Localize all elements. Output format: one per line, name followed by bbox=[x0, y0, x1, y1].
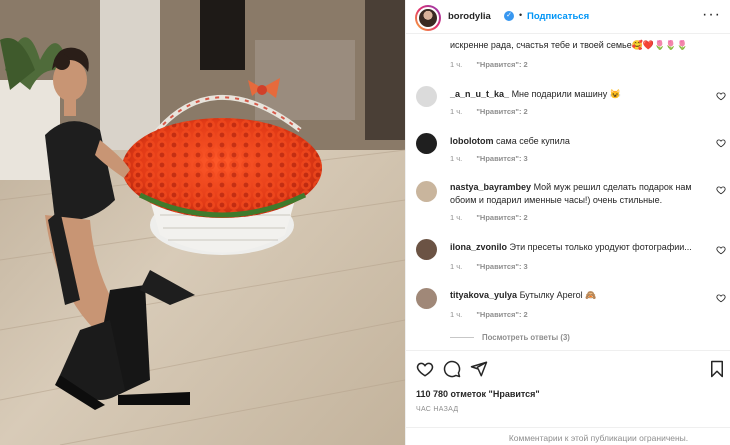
comment-text: lobolotom сама себе купила bbox=[450, 135, 712, 148]
comment-meta: 1 ч. "Нравится": 3 bbox=[450, 262, 540, 271]
view-replies-label: Посмотреть ответы (3) bbox=[482, 333, 570, 342]
comments-limited-notice: Комментарии к этой публикации ограничены… bbox=[406, 427, 730, 445]
commenter-avatar[interactable] bbox=[416, 239, 437, 260]
comment-like-count[interactable]: "Нравится": 3 bbox=[476, 154, 527, 163]
commenter-avatar[interactable] bbox=[416, 181, 437, 202]
comment-meta: 1 ч. "Нравится": 3 bbox=[450, 154, 540, 163]
more-options-icon[interactable]: ··· bbox=[702, 6, 721, 24]
post-actions: 110 780 отметок "Нравится" ЧАС НАЗАД Ком… bbox=[406, 350, 730, 445]
comment-body: сама себе купила bbox=[496, 136, 570, 146]
comment-text: искренне рада, счастья тебе и твоей семь… bbox=[450, 39, 712, 52]
comment-body: Бутылку Aperol 🙈 bbox=[519, 290, 597, 300]
comment-meta: 1 ч. "Нравится": 2 bbox=[450, 310, 540, 319]
comment-like-count[interactable]: "Нравится": 2 bbox=[476, 60, 527, 69]
comment-bubble-icon[interactable] bbox=[443, 360, 461, 378]
save-bookmark-icon[interactable] bbox=[708, 360, 726, 378]
comment-like-count[interactable]: "Нравится": 2 bbox=[476, 107, 527, 116]
like-comment-heart-icon[interactable] bbox=[716, 138, 726, 148]
commenter-avatar[interactable] bbox=[416, 133, 437, 154]
author-username[interactable]: borodylia bbox=[448, 11, 491, 22]
comment-text: ilona_zvonilo Эти пресеты только уродуют… bbox=[450, 241, 712, 254]
comment-text: nastya_bayrambey Мой муж решил сделать п… bbox=[450, 181, 712, 206]
likes-count[interactable]: 110 780 отметок "Нравится" bbox=[416, 389, 540, 399]
comment-text: tityakova_yulya Бутылку Aperol 🙈 bbox=[450, 289, 712, 302]
comment-body: искренне рада, счастья тебе и твоей семь… bbox=[450, 40, 688, 50]
comment-text: _a_n_u_t_ka_ Мне подарили машину 😺 bbox=[450, 88, 712, 101]
commenter-username[interactable]: _a_n_u_t_ka_ bbox=[450, 89, 509, 99]
follow-button[interactable]: Подписаться bbox=[527, 11, 589, 22]
comment-meta: 1 ч. "Нравится": 2 bbox=[450, 60, 540, 69]
commenter-username[interactable]: nastya_bayrambey bbox=[450, 182, 531, 192]
like-comment-heart-icon[interactable] bbox=[716, 185, 726, 195]
comment-body: Мне подарили машину 😺 bbox=[511, 89, 621, 99]
post-side-panel: borodylia ✓ • Подписаться ··· искренне р… bbox=[405, 0, 730, 445]
commenter-username[interactable]: tityakova_yulya bbox=[450, 290, 517, 300]
comment-like-count[interactable]: "Нравится": 2 bbox=[476, 310, 527, 319]
commenter-username[interactable]: ilona_zvonilo bbox=[450, 242, 507, 252]
replies-divider-line bbox=[450, 337, 474, 339]
author-avatar[interactable] bbox=[415, 5, 441, 31]
comment-body: Эти пресеты только уродуют фотографии... bbox=[509, 242, 692, 252]
commenter-username[interactable]: lobolotom bbox=[450, 136, 494, 146]
comment-time[interactable]: 1 ч. bbox=[450, 107, 462, 116]
comment-meta: 1 ч. "Нравится": 2 bbox=[450, 213, 540, 222]
post-time[interactable]: ЧАС НАЗАД bbox=[416, 406, 458, 413]
like-comment-heart-icon[interactable] bbox=[716, 293, 726, 303]
comment-time[interactable]: 1 ч. bbox=[450, 262, 462, 271]
comment-time[interactable]: 1 ч. bbox=[450, 213, 462, 222]
like-heart-icon[interactable] bbox=[416, 360, 434, 378]
comment-time[interactable]: 1 ч. bbox=[450, 60, 462, 69]
instagram-post-view: borodylia ✓ • Подписаться ··· искренне р… bbox=[0, 0, 730, 445]
comments-list[interactable]: искренне рада, счастья тебе и твоей семь… bbox=[406, 35, 730, 349]
commenter-avatar[interactable] bbox=[416, 86, 437, 107]
like-comment-heart-icon[interactable] bbox=[716, 91, 726, 101]
post-header: borodylia ✓ • Подписаться ··· bbox=[406, 0, 730, 34]
view-replies-button[interactable]: Посмотреть ответы (3) bbox=[450, 333, 570, 342]
post-photo[interactable] bbox=[0, 0, 405, 445]
post-photo-image bbox=[0, 0, 405, 445]
like-comment-heart-icon[interactable] bbox=[716, 245, 726, 255]
separator-dot: • bbox=[519, 10, 523, 20]
commenter-avatar[interactable] bbox=[416, 288, 437, 309]
comment-like-count[interactable]: "Нравится": 3 bbox=[476, 262, 527, 271]
comment-meta: 1 ч. "Нравится": 2 bbox=[450, 107, 540, 116]
comment-time[interactable]: 1 ч. bbox=[450, 154, 462, 163]
verified-badge-icon: ✓ bbox=[504, 11, 514, 21]
share-send-icon[interactable] bbox=[470, 360, 488, 378]
comment-like-count[interactable]: "Нравится": 2 bbox=[476, 213, 527, 222]
comment-time[interactable]: 1 ч. bbox=[450, 310, 462, 319]
